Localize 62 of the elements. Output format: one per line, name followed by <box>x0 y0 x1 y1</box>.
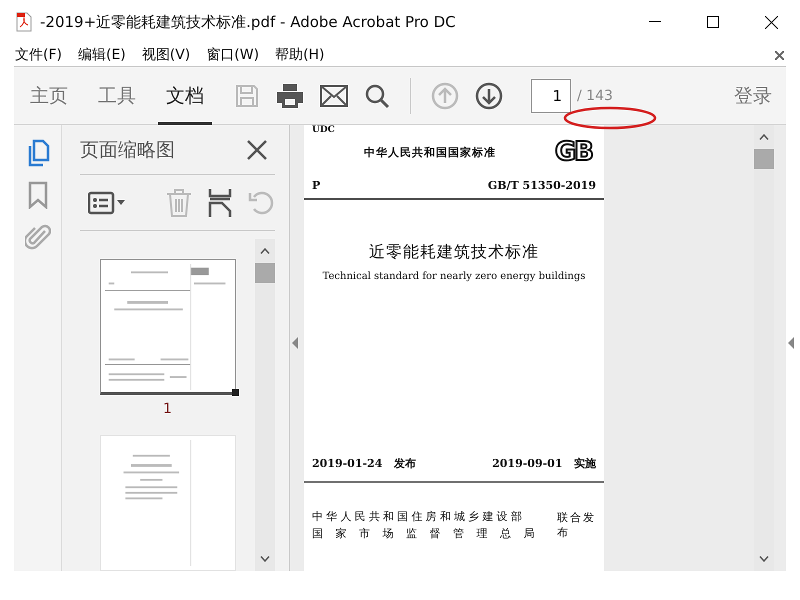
collapse-arrow-icon[interactable] <box>788 337 794 350</box>
print-button[interactable] <box>276 82 304 109</box>
printer-icon <box>276 82 304 109</box>
search-icon <box>364 82 390 109</box>
document-title: 近零能耗建筑技术标准 <box>368 242 540 264</box>
page-extract-icon <box>208 188 232 218</box>
options-button[interactable] <box>88 190 126 215</box>
arrow-down-circle-icon <box>475 82 503 110</box>
list-options-icon <box>88 190 126 215</box>
search-button[interactable] <box>364 82 390 109</box>
page-text: P <box>312 179 320 192</box>
page-text: 国家市场监督管理总局 <box>312 526 547 542</box>
close-icon[interactable] <box>247 140 267 160</box>
scrollbar[interactable] <box>754 125 774 572</box>
toolbar-tab[interactable]: 主页 <box>22 66 76 125</box>
bookmark-panel-button[interactable] <box>28 181 48 210</box>
close-icon <box>764 16 778 28</box>
page-text: 中华人民共和国国家标准 <box>364 144 496 160</box>
panel-title: 页面缩略图 <box>80 138 175 163</box>
toolbar-tab[interactable]: 工具 <box>90 66 144 125</box>
menu-item[interactable]: 编辑(E) <box>70 44 133 66</box>
page-number-field[interactable]: 1 <box>531 78 571 113</box>
page-text: 2019-09-01 实施 <box>492 456 596 472</box>
menu-item[interactable]: 帮助(H) <box>268 44 332 66</box>
menu-item[interactable]: 文件(F) <box>8 44 69 66</box>
arrow-up-circle-icon <box>431 82 459 110</box>
page-number: 1 <box>163 401 172 418</box>
scrollbar-thumb[interactable] <box>754 149 774 170</box>
rotate-icon <box>248 188 276 217</box>
sign-in-button[interactable]: 登录 <box>728 82 778 110</box>
resize-handle[interactable] <box>232 389 238 396</box>
maximize-icon <box>707 16 719 28</box>
chevron-down-icon[interactable] <box>759 556 769 562</box>
bookmark-icon <box>28 181 48 210</box>
save-icon <box>234 82 260 109</box>
pdf-file-icon <box>16 12 32 32</box>
document-subtitle: Technical standard for nearly zero energy buildings <box>322 271 586 282</box>
scrollbar-thumb[interactable] <box>255 263 275 284</box>
extract-button[interactable] <box>208 188 232 218</box>
trash-icon <box>166 188 192 218</box>
page-text: 中华人民共和国住房和城乡建设部 <box>312 509 526 524</box>
menu-item[interactable]: 视图(V) <box>134 44 198 66</box>
chevron-down-icon[interactable] <box>260 556 270 562</box>
page-text: GB/T 51350-2019 <box>488 179 596 192</box>
chevron-up-icon[interactable] <box>260 248 270 254</box>
logo: GB <box>554 137 592 168</box>
page-down-button[interactable] <box>475 82 503 110</box>
page-text: 联合发布 <box>557 510 596 540</box>
page-total: / 143 <box>577 88 613 104</box>
scrollbar[interactable] <box>255 239 275 572</box>
page-text: UDC <box>312 125 336 136</box>
menu-item[interactable]: 窗口(W) <box>199 44 266 66</box>
page-text: 2019-01-24 发布 <box>312 456 416 472</box>
chevron-up-icon[interactable] <box>759 134 769 140</box>
window-title: -2019+近零能耗建筑技术标准.pdf - Adobe Acrobat Pro DC <box>40 12 457 32</box>
attachment-panel-button[interactable] <box>24 223 50 252</box>
close-icon[interactable] <box>775 50 784 60</box>
paperclip-icon <box>24 223 50 252</box>
mail-button[interactable] <box>320 84 348 107</box>
collapse-arrow-icon[interactable] <box>292 337 298 350</box>
minimize-icon <box>649 21 661 23</box>
envelope-icon <box>320 84 348 107</box>
